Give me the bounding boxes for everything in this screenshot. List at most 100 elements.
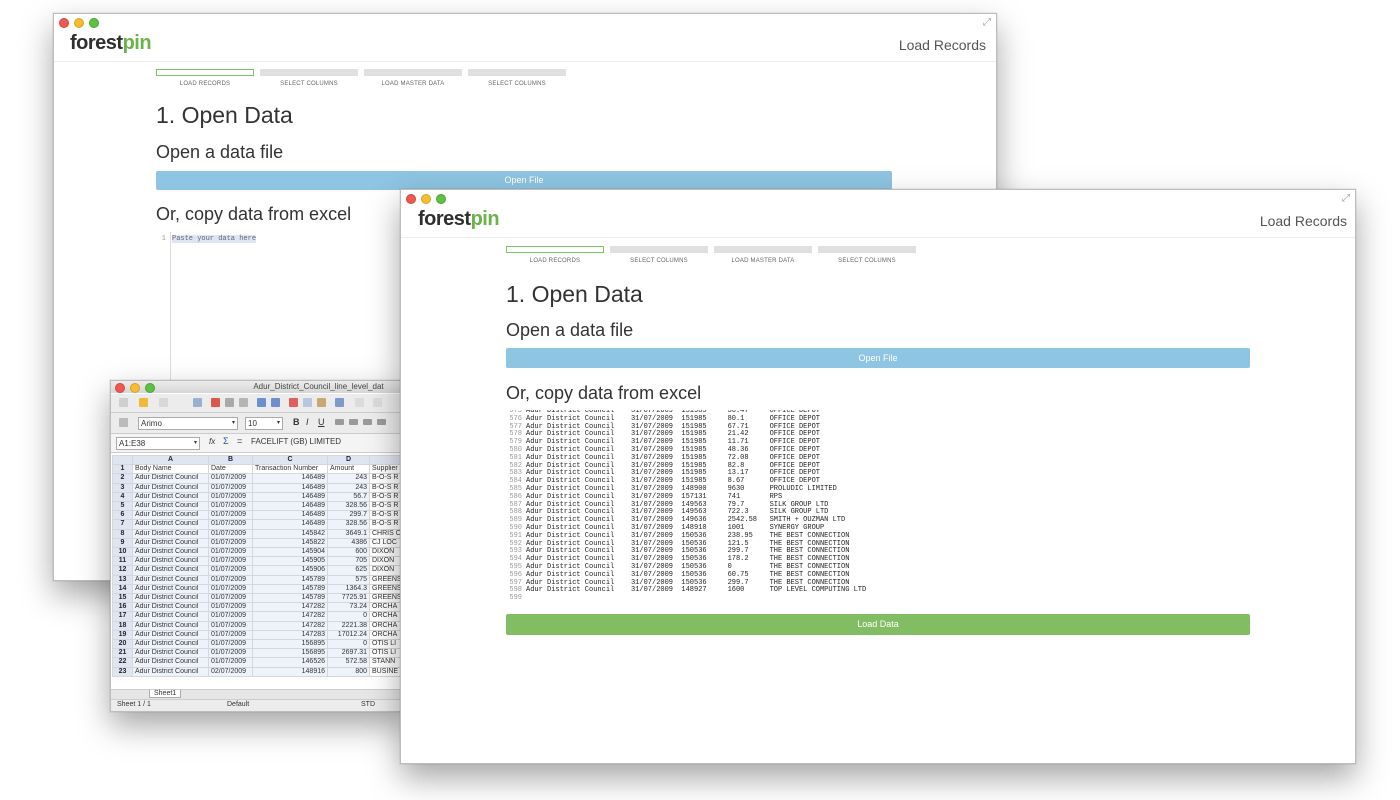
copy-icon[interactable] <box>303 398 312 407</box>
table-cell[interactable]: Adur District Council <box>132 639 209 650</box>
sheet-tab[interactable]: Sheet1 <box>149 690 182 698</box>
table-cell[interactable]: Adur District Council <box>132 574 209 585</box>
table-cell[interactable]: 146489 <box>252 482 328 493</box>
table-cell[interactable]: 145789 <box>252 593 328 604</box>
spreadsheet-grid[interactable]: A B C D 1 Body Name Date Transaction Number… <box>112 454 406 677</box>
table-cell[interactable]: 243 <box>327 473 370 484</box>
table-cell[interactable]: 600 <box>327 547 370 558</box>
table-cell[interactable]: 146489 <box>252 473 328 484</box>
row-header[interactable]: 11 <box>112 556 133 567</box>
row-header[interactable]: 20 <box>112 639 133 650</box>
row-header[interactable]: 21 <box>112 648 133 659</box>
styles-icon[interactable] <box>119 418 128 427</box>
table-cell[interactable]: Date <box>208 464 253 475</box>
redo-icon[interactable] <box>373 398 382 407</box>
table-cell[interactable]: Adur District Council <box>132 583 209 595</box>
fullscreen-icon[interactable]: ⤢ <box>1342 193 1350 204</box>
table-cell[interactable]: 2697.31 <box>327 648 370 659</box>
table-cell[interactable]: 705 <box>327 556 370 567</box>
table-cell[interactable]: Adur District Council <box>132 528 209 539</box>
table-cell[interactable]: 156895 <box>252 639 328 650</box>
print-icon[interactable] <box>225 398 234 407</box>
table-cell[interactable]: 1364.3 <box>327 583 370 595</box>
close-window-button[interactable] <box>115 383 125 393</box>
table-cell[interactable]: 2221.38 <box>327 620 370 631</box>
align-left-icon[interactable] <box>335 419 344 425</box>
row-header[interactable]: 9 <box>112 537 133 549</box>
table-cell[interactable]: 146489 <box>252 501 328 512</box>
row-header[interactable]: 23 <box>112 666 133 677</box>
row-header[interactable]: 2 <box>112 473 133 484</box>
step-select-columns-2[interactable]: SELECT COLUMNS <box>468 69 566 87</box>
table-cell[interactable]: 01/07/2009 <box>208 611 253 622</box>
name-box[interactable]: A1:E38 ▾ <box>116 437 200 450</box>
column-header-b[interactable]: B <box>208 454 253 466</box>
bold-button[interactable]: B <box>293 417 300 427</box>
row-header[interactable]: 16 <box>112 602 133 613</box>
italic-button[interactable]: I <box>306 417 309 427</box>
cut-icon[interactable] <box>289 398 298 407</box>
row-header[interactable]: 14 <box>112 583 133 595</box>
function-wizard-icon[interactable]: fx <box>209 437 215 446</box>
row-header[interactable]: 19 <box>112 629 133 641</box>
row-header[interactable]: 1 <box>112 464 133 475</box>
fullscreen-icon[interactable]: ⤢ <box>983 17 991 28</box>
table-cell[interactable]: Adur District Council <box>132 547 209 558</box>
table-cell[interactable]: Adur District Council <box>132 593 209 604</box>
minimize-window-button[interactable] <box>130 383 140 393</box>
step-select-columns-2[interactable]: SELECT COLUMNS <box>818 246 916 264</box>
sum-icon[interactable]: Σ <box>223 436 229 446</box>
row-header[interactable]: 7 <box>112 519 133 530</box>
table-cell[interactable]: Adur District Council <box>132 602 209 613</box>
row-header[interactable]: 6 <box>112 510 133 521</box>
formula-input[interactable]: FACELIFT (GB) LIMITED <box>251 437 341 446</box>
table-cell[interactable]: 01/07/2009 <box>208 639 253 650</box>
table-cell[interactable]: 148916 <box>252 666 328 677</box>
table-cell[interactable]: 147282 <box>252 620 328 631</box>
table-cell[interactable]: 01/07/2009 <box>208 510 253 521</box>
open-folder-icon[interactable] <box>139 398 148 407</box>
status-selection-mode[interactable]: STD <box>361 701 375 708</box>
save-icon[interactable] <box>159 398 168 407</box>
row-header[interactable]: 8 <box>112 528 133 539</box>
table-cell[interactable]: 56.7 <box>327 491 370 503</box>
justify-icon[interactable] <box>377 419 386 425</box>
underline-button[interactable]: U <box>318 417 325 427</box>
table-cell[interactable]: Adur District Council <box>132 482 209 493</box>
row-header[interactable]: 17 <box>112 611 133 622</box>
table-cell[interactable]: 01/07/2009 <box>208 537 253 549</box>
step-select-columns[interactable]: SELECT COLUMNS <box>260 69 358 87</box>
table-cell[interactable]: Adur District Council <box>132 629 209 641</box>
table-cell[interactable]: 4386 <box>327 537 370 549</box>
table-cell[interactable]: 0 <box>327 639 370 650</box>
load-data-button[interactable]: Load Data <box>506 614 1250 635</box>
table-cell[interactable]: 73.24 <box>327 602 370 613</box>
table-cell[interactable]: 01/07/2009 <box>208 657 253 668</box>
table-cell[interactable]: 147282 <box>252 602 328 613</box>
table-cell[interactable]: 145789 <box>252 574 328 585</box>
table-cell[interactable]: 01/07/2009 <box>208 574 253 585</box>
table-cell[interactable]: Adur District Council <box>132 556 209 567</box>
table-cell[interactable]: 7725.91 <box>327 593 370 604</box>
open-file-button[interactable]: Open File <box>156 171 892 190</box>
table-cell[interactable]: Adur District Council <box>132 565 209 576</box>
table-cell[interactable]: 01/07/2009 <box>208 620 253 631</box>
table-cell[interactable]: 147282 <box>252 611 328 622</box>
table-cell[interactable]: 145789 <box>252 583 328 595</box>
table-cell[interactable]: 01/07/2009 <box>208 482 253 493</box>
close-window-button[interactable] <box>406 194 416 204</box>
table-cell[interactable]: Adur District Council <box>132 473 209 484</box>
table-cell[interactable]: 328.56 <box>327 501 370 512</box>
table-cell[interactable]: 01/07/2009 <box>208 528 253 539</box>
step-select-columns[interactable]: SELECT COLUMNS <box>610 246 708 264</box>
pdf-icon[interactable] <box>211 398 220 407</box>
table-cell[interactable]: Adur District Council <box>132 519 209 530</box>
row-header[interactable]: 18 <box>112 620 133 631</box>
table-cell[interactable]: 299.7 <box>327 510 370 521</box>
edit-icon[interactable] <box>193 398 202 407</box>
row-header[interactable]: 12 <box>112 565 133 576</box>
table-cell[interactable]: 01/07/2009 <box>208 565 253 576</box>
paste-icon[interactable] <box>317 398 326 407</box>
table-cell[interactable]: 01/07/2009 <box>208 648 253 659</box>
align-right-icon[interactable] <box>363 419 372 425</box>
